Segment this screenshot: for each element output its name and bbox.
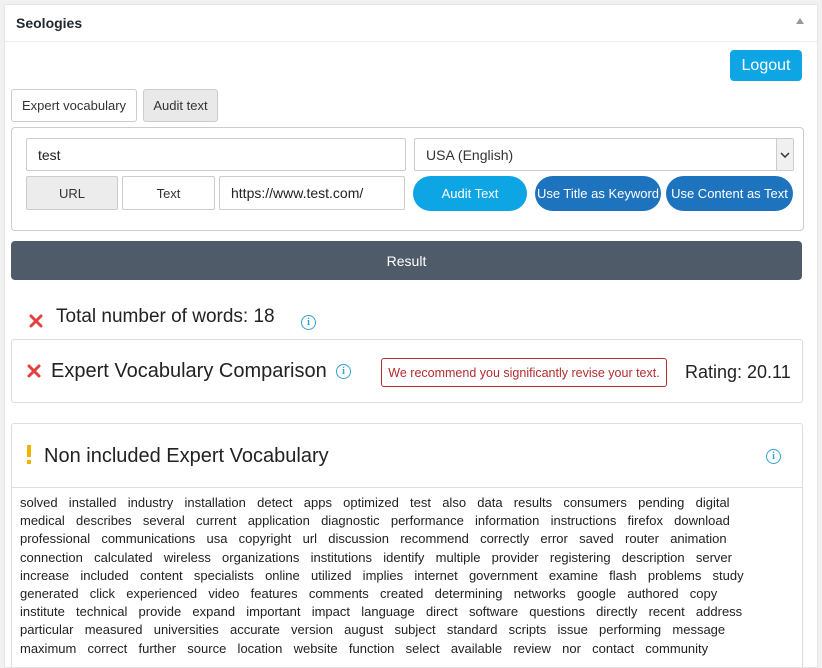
chevron-down-icon[interactable]	[776, 139, 793, 170]
non-included-title: Non included Expert Vocabulary	[44, 445, 329, 467]
vocabulary-line: medical describes several current applic…	[20, 513, 730, 529]
non-included-header: Non included Expert Vocabulary i	[12, 424, 802, 488]
panel-header: Seologies	[5, 5, 817, 42]
result-button[interactable]: Result	[11, 241, 802, 280]
use-title-as-keyword-button[interactable]: Use Title as Keyword	[535, 176, 661, 211]
info-icon[interactable]: i	[301, 315, 316, 330]
audit-form: test USA (English) URL Text https://www.…	[11, 127, 804, 231]
audit-text-button[interactable]: Audit Text	[413, 176, 527, 211]
url-input[interactable]: https://www.test.com/	[219, 176, 405, 210]
vocabulary-word-list: solved installed industry installation d…	[20, 494, 790, 658]
vocabulary-line: particular measured universities accurat…	[20, 622, 726, 638]
vocabulary-line: connection calculated wireless organizat…	[20, 549, 732, 565]
source-url-button[interactable]: URL	[26, 176, 118, 210]
total-words-label: Total number of words: 18	[56, 306, 275, 327]
language-selected-value: USA (English)	[426, 146, 514, 163]
language-select[interactable]: USA (English)	[414, 138, 794, 171]
revise-warning-note: We recommend you significantly revise yo…	[381, 358, 667, 387]
rating-value: Rating: 20.11	[685, 362, 791, 382]
error-x-icon	[29, 314, 43, 328]
panel-title: Seologies	[16, 15, 83, 31]
comparison-title: Expert Vocabulary Comparison	[51, 360, 327, 382]
vocabulary-line: institute technical provide expand impor…	[20, 604, 743, 620]
vocabulary-line: generated click experienced video featur…	[20, 586, 718, 602]
vocabulary-line: solved installed industry installation d…	[20, 495, 730, 510]
vocabulary-line: professional communications usa copyrigh…	[20, 531, 727, 547]
collapse-arrow-icon[interactable]	[796, 18, 804, 24]
warning-exclamation-icon	[26, 445, 32, 465]
keyword-input[interactable]: test	[26, 138, 406, 171]
info-icon[interactable]: i	[766, 449, 781, 464]
tab-expert-vocabulary[interactable]: Expert vocabulary	[11, 89, 137, 122]
error-x-icon	[27, 364, 41, 378]
vocabulary-line: increase included content specialists on…	[20, 567, 744, 583]
tab-audit-text[interactable]: Audit text	[143, 89, 218, 122]
source-text-button[interactable]: Text	[122, 176, 215, 210]
use-content-as-text-button[interactable]: Use Content as Text	[666, 176, 793, 211]
non-included-vocabulary: Non included Expert Vocabulary i solved …	[11, 423, 803, 668]
logout-button[interactable]: Logout	[730, 50, 802, 81]
vocabulary-line: maximum correct further source location …	[20, 640, 709, 656]
expert-vocabulary-comparison: Expert Vocabulary Comparison i We recomm…	[11, 339, 803, 403]
info-icon[interactable]: i	[336, 364, 351, 379]
